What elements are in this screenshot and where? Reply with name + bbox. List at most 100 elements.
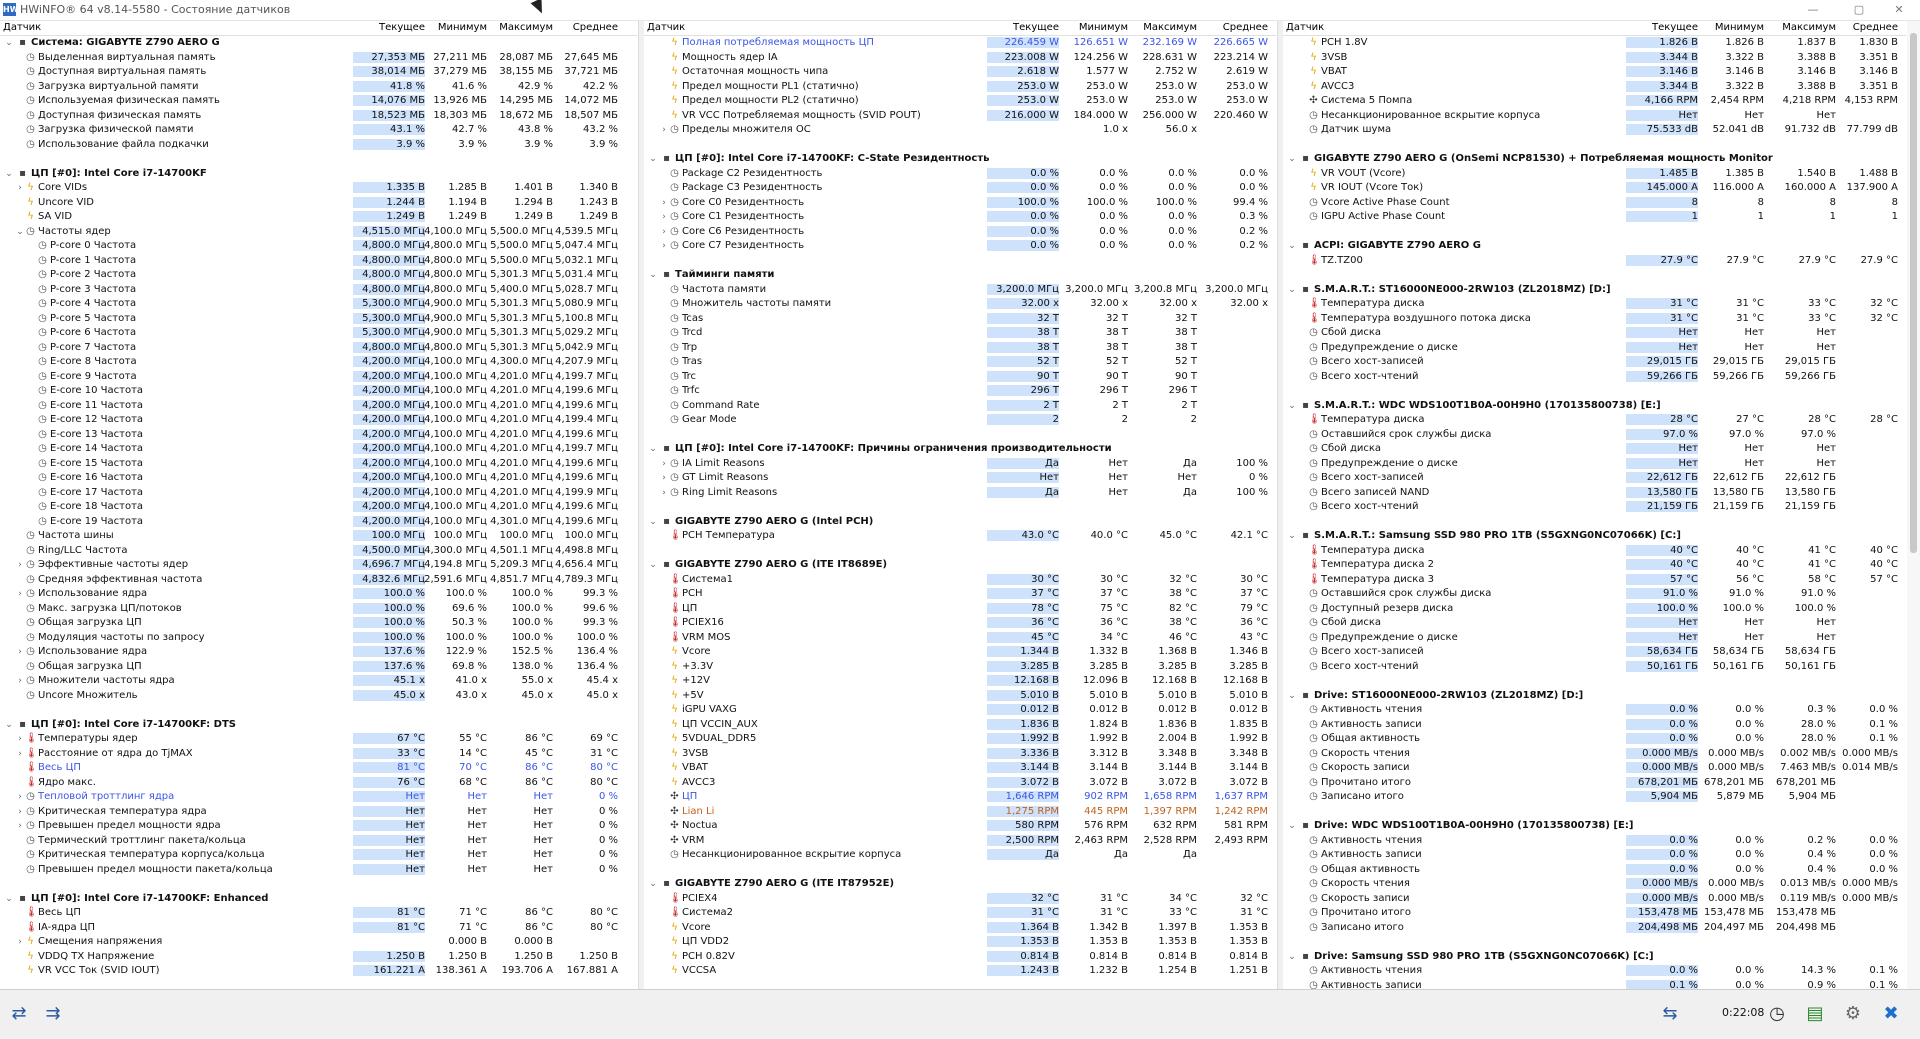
sensor-row[interactable]: ϟ AVCC3 3.072 В 3.072 В 3.072 В 3.072 В bbox=[644, 776, 1276, 791]
sensor-row[interactable]: ◷ P-core 1 Частота 4,800.0 МГц 4,800.0 МГц 5… bbox=[0, 254, 637, 269]
sensor-row[interactable]: ◷ Макс. загрузка ЦП/потоков 100.0 % 69.6 % 1… bbox=[0, 602, 637, 617]
sensor-row[interactable]: 🌡 PCIEX4 32 °C 31 °C 34 °C 32 °C bbox=[644, 892, 1276, 907]
column-header-sensor[interactable]: Датчик bbox=[3, 22, 41, 33]
sensor-row[interactable]: ◷ Оставшийся срок службы диска 97.0 % 97.0 … bbox=[1283, 428, 1906, 443]
sensor-row[interactable]: ◷ Превышен предел мощности пакета/кольца Н… bbox=[0, 863, 637, 878]
sensor-row[interactable]: › ◷ Множители частоты ядра 45.1 x 41.0 x 55.0… bbox=[0, 674, 637, 689]
collapse-chevron-icon[interactable]: ⌄ bbox=[1287, 689, 1297, 703]
sensor-row[interactable]: ◷ Активность записи 0.0 % 0.0 % 28.0 % 0.1 % bbox=[1283, 718, 1906, 733]
sensor-row[interactable]: ϟ VR VCC Ток (SVID IOUT) 161.221 A 138.361 … bbox=[0, 964, 637, 979]
sensor-row[interactable]: ◷ Доступная физическая память 18,523 МБ 18,… bbox=[0, 109, 637, 124]
settings-gear-icon[interactable]: ⚙ bbox=[1838, 1000, 1868, 1028]
sensor-row[interactable]: ✣ ЦП 1,646 RPM 902 RPM 1,658 RPM 1,637 RPM bbox=[644, 790, 1276, 805]
network-icon[interactable]: ⇆ bbox=[1655, 1000, 1685, 1028]
expand-chevron-icon[interactable]: › bbox=[15, 732, 25, 746]
minimize-button[interactable]: — bbox=[1790, 0, 1836, 20]
sensor-row[interactable]: ◷ P-core 2 Частота 4,800.0 МГц 4,800.0 МГц 5… bbox=[0, 268, 637, 283]
sensor-row[interactable]: ◷ Активность записи 0.1 % 0.0 % 0.9 % 0.1 % bbox=[1283, 979, 1906, 989]
sensor-row[interactable]: ◷ Всего хост-записей 29,015 ГБ 29,015 ГБ 29,… bbox=[1283, 355, 1906, 370]
sensor-row[interactable]: ◷ E-core 19 Частота 4,200.0 МГц 4,100.0 МГц… bbox=[0, 515, 637, 530]
sensor-row[interactable]: ◷ P-core 0 Частота 4,800.0 МГц 4,800.0 МГц 5… bbox=[0, 239, 637, 254]
column-header-max[interactable]: Максимум bbox=[1125, 22, 1197, 33]
sensor-row[interactable]: ◷ Загрузка физической памяти 43.1 % 42.7 % 4… bbox=[0, 123, 637, 138]
column-header-avg[interactable]: Среднее bbox=[546, 22, 618, 33]
sensor-row[interactable]: › ◷ Core C1 Резидентность 0.0 % 0.0 % 0.0 % 0.… bbox=[644, 210, 1276, 225]
collapse-chevron-icon[interactable]: ⌄ bbox=[4, 892, 14, 906]
expand-chevron-icon[interactable]: › bbox=[15, 558, 25, 572]
sensor-row[interactable]: 🌡 Температура воздушного потока диска 31 °… bbox=[1283, 312, 1906, 327]
sensor-panel-2[interactable]: Датчик Текущее Минимум Максимум Среднее ϟ Полн… bbox=[644, 21, 1276, 989]
sensor-row[interactable]: ◷ Предупреждение о диске Нет Нет Нет bbox=[1283, 631, 1906, 646]
sensor-row[interactable]: 🌡 PCH 37 °C 37 °C 38 °C 37 °C bbox=[644, 587, 1276, 602]
sensor-row[interactable]: › ◷ Превышен предел мощности ядра Нет Нет Нет… bbox=[0, 819, 637, 834]
sensor-row[interactable]: ◷ Несанкционированное вскрытие корпуса Да Д… bbox=[644, 848, 1276, 863]
expand-chevron-icon[interactable]: › bbox=[659, 123, 669, 137]
sensor-row[interactable]: ◷ Предупреждение о диске Нет Нет Нет bbox=[1283, 341, 1906, 356]
sensor-row[interactable]: ◷ Частота шины 100.0 МГц 100.0 МГц 100.0 МГц… bbox=[0, 529, 637, 544]
sensor-group-row[interactable]: ⌄ ▪ GIGABYTE Z790 AERO G (Intel PCH) bbox=[644, 515, 1276, 530]
sensor-row[interactable]: 🌡 Весь ЦП 81 °C 70 °C 86 °C 80 °C bbox=[0, 761, 637, 776]
sensor-row[interactable]: › ϟ Core VIDs 1.335 В 1.285 В 1.401 В 1.340 В bbox=[0, 181, 637, 196]
sensor-row[interactable]: ◷ P-core 3 Частота 4,800.0 МГц 4,800.0 МГц 5… bbox=[0, 283, 637, 298]
sensor-row[interactable]: ◷ Trp 38 T 38 T 38 T bbox=[644, 341, 1276, 356]
sensor-row[interactable]: ◷ Термический троттлинг пакета/кольца Нет Н… bbox=[0, 834, 637, 849]
collapse-chevron-icon[interactable]: ⌄ bbox=[4, 167, 14, 181]
sensor-group-row[interactable]: ⌄ ▪ Drive: ST16000NE000-2RW103 (ZL2018MZ) … bbox=[1283, 689, 1906, 704]
column-header-current[interactable]: Текущее bbox=[1626, 22, 1698, 33]
collapse-chevron-icon[interactable]: ⌄ bbox=[648, 877, 658, 891]
sensor-row[interactable]: › ◷ Core C0 Резидентность 100.0 % 100.0 % 100… bbox=[644, 196, 1276, 211]
sensor-row[interactable]: ϟ ЦП VDD2 1.353 В 1.353 В 1.353 В 1.353 В bbox=[644, 935, 1276, 950]
column-header-max[interactable]: Максимум bbox=[481, 22, 553, 33]
sensor-row[interactable]: ϟ PCH 1.8V 1.826 В 1.826 В 1.837 В 1.830 В bbox=[1283, 36, 1906, 51]
expand-chevron-icon[interactable]: › bbox=[15, 819, 25, 833]
expand-chevron-icon[interactable]: › bbox=[15, 645, 25, 659]
sensor-row[interactable]: ϟ Остаточная мощность чипа 2.618 W 1.577 W 2… bbox=[644, 65, 1276, 80]
sensor-row[interactable]: ◷ E-core 17 Частота 4,200.0 МГц 4,100.0 МГц… bbox=[0, 486, 637, 501]
collapse-chevron-icon[interactable]: ⌄ bbox=[1287, 239, 1297, 253]
collapse-chevron-icon[interactable]: ⌄ bbox=[1287, 819, 1297, 833]
sensor-row[interactable]: ϟ Vcore 1.364 В 1.342 В 1.397 В 1.353 В bbox=[644, 921, 1276, 936]
sensor-row[interactable]: ◷ Скорость чтения 0.000 MB/s 0.000 MB/s 0.01… bbox=[1283, 877, 1906, 892]
close-icon[interactable]: ✖ bbox=[1876, 1000, 1906, 1028]
sensor-row[interactable]: ◷ Command Rate 2 T 2 T 2 T bbox=[644, 399, 1276, 414]
collapse-chevron-icon[interactable]: ⌄ bbox=[648, 558, 658, 572]
column-header-min[interactable]: Минимум bbox=[415, 22, 487, 33]
sensor-row[interactable]: ◷ Всего хост-записей 58,634 ГБ 58,634 ГБ 58,… bbox=[1283, 645, 1906, 660]
sensor-row[interactable]: › 🌡 Температуры ядер 67 °C 55 °C 86 °C 69 °C bbox=[0, 732, 637, 747]
scrollbar-thumb[interactable] bbox=[1910, 33, 1917, 553]
sensor-row[interactable]: ✣ Lian Li 1,275 RPM 445 RPM 1,397 RPM 1,242 R… bbox=[644, 805, 1276, 820]
sensor-row[interactable]: ◷ E-core 14 Частота 4,200.0 МГц 4,100.0 МГц… bbox=[0, 442, 637, 457]
sensor-row[interactable]: ϟ Vcore 1.344 В 1.332 В 1.368 В 1.346 В bbox=[644, 645, 1276, 660]
sensor-row[interactable]: ◷ Package C3 Резидентность 0.0 % 0.0 % 0.0 %… bbox=[644, 181, 1276, 196]
sensor-panel-1[interactable]: Датчик Текущее Минимум Максимум Среднее ⌄ ▪ Сис… bbox=[0, 21, 637, 989]
sensor-row[interactable]: ◷ Датчик шума 75.533 dB 52.041 dB 91.732 dB 7… bbox=[1283, 123, 1906, 138]
sensor-row[interactable]: › ◷ Пределы множителя ОС 1.0 x 56.0 x bbox=[644, 123, 1276, 138]
expand-chevron-icon[interactable]: › bbox=[15, 674, 25, 688]
sensor-row[interactable]: ◷ Активность чтения 0.0 % 0.0 % 14.3 % 0.1 % bbox=[1283, 964, 1906, 979]
collapse-chevron-icon[interactable]: ⌄ bbox=[648, 515, 658, 529]
expand-chevron-icon[interactable]: › bbox=[15, 790, 25, 804]
sensor-group-row[interactable]: ⌄ ▪ Drive: Samsung SSD 980 PRO 1TB (S5GXNG… bbox=[1283, 950, 1906, 965]
sensor-row[interactable]: ◷ Несанкционированное вскрытие корпуса Нет… bbox=[1283, 109, 1906, 124]
sensor-row[interactable]: ◷ P-core 6 Частота 5,300.0 МГц 4,900.0 МГц 5… bbox=[0, 326, 637, 341]
sensor-row[interactable]: › ◷ Эффективные частоты ядер 4,696.7 МГц 4,1… bbox=[0, 558, 637, 573]
sensor-row[interactable]: ϟ ЦП VCCIN_AUX 1.836 В 1.824 В 1.836 В 1.835 … bbox=[644, 718, 1276, 733]
column-header-min[interactable]: Минимум bbox=[1692, 22, 1764, 33]
sensor-row[interactable]: ◷ E-core 11 Частота 4,200.0 МГц 4,100.0 МГц… bbox=[0, 399, 637, 414]
sensor-row[interactable]: › ◷ IA Limit Reasons Да Нет Да 100 % bbox=[644, 457, 1276, 472]
sensor-row[interactable]: ◷ Tcas 32 T 32 T 32 T bbox=[644, 312, 1276, 327]
sensor-group-row[interactable]: ⌄ ▪ GIGABYTE Z790 AERO G (ITE IT8689E) bbox=[644, 558, 1276, 573]
sensor-row[interactable]: ϟ VR VCC Потребляемая мощность (SVID POUT… bbox=[644, 109, 1276, 124]
sensor-row[interactable]: ◷ Trcd 38 T 38 T 38 T bbox=[644, 326, 1276, 341]
sensor-row[interactable]: ◷ Загрузка виртуальной памяти 41.8 % 41.6 %… bbox=[0, 80, 637, 95]
sensor-group-row[interactable]: ⌄ ▪ ЦП [#0]: Intel Core i7-14700KF: Причин… bbox=[644, 442, 1276, 457]
sensor-row[interactable]: ◷ E-core 13 Частота 4,200.0 МГц 4,100.0 МГц… bbox=[0, 428, 637, 443]
column-header-avg[interactable]: Среднее bbox=[1826, 22, 1898, 33]
collapse-chevron-icon[interactable]: ⌄ bbox=[648, 268, 658, 282]
sensor-row[interactable]: ◷ E-core 16 Частота 4,200.0 МГц 4,100.0 МГц… bbox=[0, 471, 637, 486]
expand-chevron-icon[interactable]: › bbox=[659, 239, 669, 253]
sensor-row[interactable]: ϟ PCH 0.82V 0.814 В 0.814 В 0.814 В 0.814 В bbox=[644, 950, 1276, 965]
sensor-row[interactable]: 🌡 Температура диска 40 °C 40 °C 41 °C 40 °C bbox=[1283, 544, 1906, 559]
sensor-row[interactable]: ϟ Полная потребляемая мощность ЦП 226.459 … bbox=[644, 36, 1276, 51]
sensor-row[interactable]: ϟ Uncore VID 1.244 В 1.194 В 1.294 В 1.243 В bbox=[0, 196, 637, 211]
